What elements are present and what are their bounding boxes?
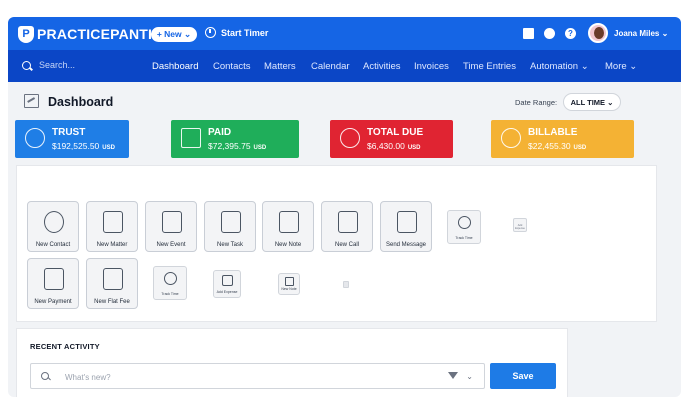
tile-label: New Matter xyxy=(96,242,128,248)
stopwatch-icon xyxy=(458,216,471,229)
avatar xyxy=(588,23,608,43)
message-icon xyxy=(397,211,417,233)
nav-bar: Search... Dashboard Contacts Matters Cal… xyxy=(8,50,681,82)
tile-label: New Contact xyxy=(35,242,71,248)
tile-label: New Flat Fee xyxy=(94,299,130,305)
page-title: Dashboard xyxy=(48,95,114,109)
calendar-icon xyxy=(162,211,182,233)
top-bar: P PRACTICEPANTHER + New ⌄ Start Timer ? … xyxy=(8,17,681,50)
clipboard-icon xyxy=(221,211,241,233)
new-note-mini-button[interactable]: New Note xyxy=(278,273,300,295)
brand-mark-icon: P xyxy=(18,25,34,43)
chevron-down-icon[interactable]: ⌄ xyxy=(466,372,473,381)
top-icons: ? xyxy=(523,28,576,39)
new-task-button[interactable]: New Task xyxy=(204,201,256,252)
date-range-select[interactable]: ALL TIME ⌄ xyxy=(563,93,621,111)
card-title: TRUST xyxy=(52,127,86,138)
track-time-mini-button[interactable]: Track Time xyxy=(447,210,481,244)
billable-card[interactable]: BILLABLE $22,455.30 USD xyxy=(491,120,634,158)
new-button[interactable]: + New ⌄ xyxy=(151,27,197,42)
new-flat-fee-button[interactable]: New Flat Fee xyxy=(86,258,138,309)
nav-item-matters[interactable]: Matters xyxy=(264,61,296,72)
receipt-icon xyxy=(222,275,233,286)
person-icon xyxy=(44,211,64,233)
save-button[interactable]: Save xyxy=(490,363,556,389)
nav-item-calendar[interactable]: Calendar xyxy=(311,61,350,72)
total-due-card[interactable]: TOTAL DUE $6,430.00 USD xyxy=(330,120,453,158)
briefcase-icon xyxy=(103,211,123,233)
new-contact-button[interactable]: New Contact xyxy=(27,201,79,252)
nav-item-contacts[interactable]: Contacts xyxy=(213,61,251,72)
search-icon xyxy=(22,60,31,70)
add-expense-mini-button[interactable]: Add Expense xyxy=(213,270,241,298)
money-bill-icon xyxy=(181,128,201,148)
paid-card[interactable]: PAID $72,395.75 USD xyxy=(171,120,299,158)
tiny-label: Add Expense xyxy=(515,224,525,230)
app-window: P PRACTICEPANTHER + New ⌄ Start Timer ? … xyxy=(8,17,681,397)
start-timer-button[interactable]: Start Timer xyxy=(205,27,268,38)
mini-label: New Note xyxy=(281,287,297,291)
nav-item-activities[interactable]: Activities xyxy=(363,61,400,72)
dollar-hand-icon xyxy=(340,128,360,148)
recent-activity-panel: RECENT ACTIVITY What's new? ⌄ Save xyxy=(16,328,568,397)
trust-card[interactable]: TRUST $192,525.50 USD xyxy=(15,120,129,158)
note-pen-icon xyxy=(279,211,299,233)
send-message-button[interactable]: Send Message xyxy=(380,201,432,252)
nav-item-automation[interactable]: Automation ⌄ xyxy=(530,61,589,72)
note-icon xyxy=(285,277,294,286)
user-name: Joana Miles ⌄ xyxy=(614,28,669,38)
card-title: BILLABLE xyxy=(528,127,578,138)
filter-icon[interactable] xyxy=(448,372,458,379)
card-amount: $22,455.30 USD xyxy=(528,141,587,151)
card-amount: $6,430.00 USD xyxy=(367,141,421,151)
user-menu[interactable]: Joana Miles ⌄ xyxy=(588,23,668,43)
new-note-button[interactable]: New Note xyxy=(262,201,314,252)
card-title: PAID xyxy=(208,127,232,138)
new-payment-button[interactable]: New Payment xyxy=(27,258,79,309)
quick-actions-panel: New Contact New Matter New Event New Tas… xyxy=(16,165,657,322)
tile-label: Send Message xyxy=(385,242,427,248)
mini-label: Track Time xyxy=(455,236,473,240)
nav-item-more[interactable]: More ⌄ xyxy=(605,61,637,72)
track-time-mini-button[interactable]: Track Time xyxy=(153,266,187,300)
coins-icon xyxy=(103,268,123,290)
whats-new-input[interactable]: What's new? ⌄ xyxy=(30,363,485,389)
mini-label: Add Expense xyxy=(216,290,238,294)
money-bag-icon xyxy=(501,128,521,148)
new-call-button[interactable]: New Call xyxy=(321,201,373,252)
whats-new-placeholder: What's new? xyxy=(65,373,111,382)
mini-label: Track Time xyxy=(161,292,179,296)
add-expense-tiny-button[interactable]: Add Expense xyxy=(513,218,527,232)
tile-label: New Event xyxy=(156,242,186,248)
phone-icon xyxy=(338,211,358,233)
money-bill-icon xyxy=(44,268,64,290)
card-title: TOTAL DUE xyxy=(367,127,424,138)
new-event-button[interactable]: New Event xyxy=(145,201,197,252)
dashboard-icon xyxy=(24,94,39,108)
tile-label: New Payment xyxy=(34,299,72,305)
nav-item-invoices[interactable]: Invoices xyxy=(414,61,449,72)
tile-label: New Call xyxy=(334,242,359,248)
start-timer-label: Start Timer xyxy=(221,27,269,38)
search-input[interactable]: Search... xyxy=(39,60,75,70)
globe-icon[interactable] xyxy=(544,28,555,39)
card-amount: $192,525.50 USD xyxy=(52,141,115,151)
search-icon xyxy=(41,372,49,380)
nav-item-time-entries[interactable]: Time Entries xyxy=(463,61,516,72)
help-icon[interactable]: ? xyxy=(565,28,576,39)
tile-label: New Task xyxy=(217,242,243,248)
date-range-label: Date Range: xyxy=(515,98,558,107)
tile-label: New Note xyxy=(274,242,302,248)
card-amount: $72,395.75 USD xyxy=(208,141,267,151)
new-matter-button[interactable]: New Matter xyxy=(86,201,138,252)
piggy-bank-icon xyxy=(25,128,45,148)
clock-icon xyxy=(205,27,216,38)
nav-item-dashboard[interactable]: Dashboard xyxy=(152,61,198,72)
mail-icon[interactable] xyxy=(523,28,534,39)
global-search[interactable]: Search... xyxy=(22,60,75,70)
tiny-action-icon[interactable] xyxy=(343,281,349,288)
stopwatch-icon xyxy=(164,272,177,285)
recent-activity-title: RECENT ACTIVITY xyxy=(30,342,100,351)
